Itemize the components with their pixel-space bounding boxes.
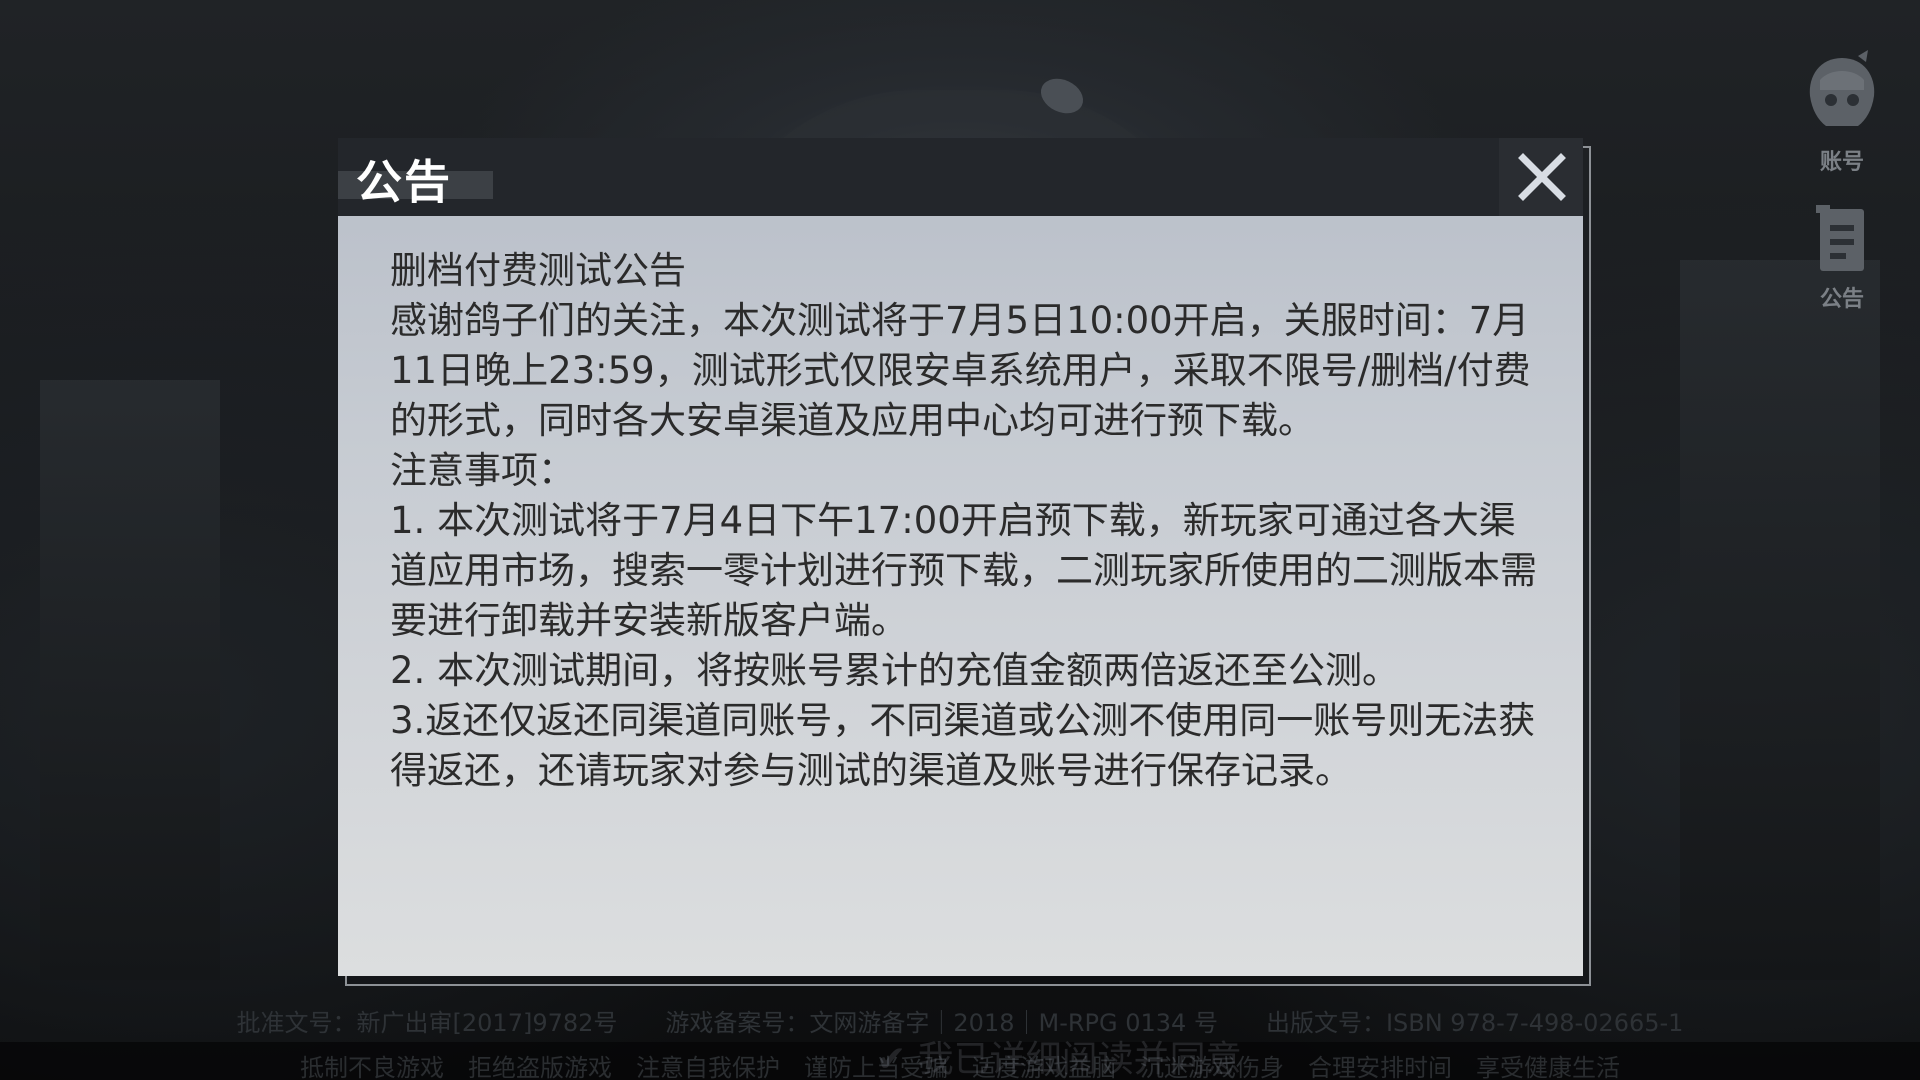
background-tower-right xyxy=(1680,260,1880,980)
announcement-dialog: 公告 ✔ 我已详细阅读并同意 删档付费测试公告 感谢鸽子们的关注，本次测试将于7… xyxy=(338,138,1583,1080)
dialog-header: 公告 xyxy=(338,138,1583,216)
background-tower-left xyxy=(40,380,220,980)
close-icon xyxy=(1518,153,1566,201)
close-button[interactable] xyxy=(1499,138,1583,216)
note-item-1: 1. 本次测试将于7月4日下午17:00开启预下载，新玩家可通过各大渠道应用市场… xyxy=(390,499,1537,642)
notice-document-icon xyxy=(1816,205,1864,271)
agreement-checkbox-ghost: ✔ 我已详细阅读并同意 xyxy=(876,1039,1242,1080)
game-screen: 账号 公告 批准文号：新广出审[2017]9782号 游戏备案号：文网游备字｜2… xyxy=(0,0,1920,1080)
announcement-heading: 删档付费测试公告 xyxy=(390,249,686,292)
notice-label: 公告 xyxy=(1819,287,1864,312)
announcement-content: 删档付费测试公告 感谢鸽子们的关注，本次测试将于7月5日10:00开启，关服时间… xyxy=(390,246,1540,796)
agreement-text-ghost: 我已详细阅读并同意 xyxy=(917,1039,1242,1080)
announcement-paragraph: 感谢鸽子们的关注，本次测试将于7月5日10:00开启，关服时间：7月11日晚上2… xyxy=(390,299,1531,442)
account-button[interactable]: 账号 xyxy=(1792,50,1892,176)
notes-heading: 注意事项： xyxy=(390,449,575,492)
note-item-2: 2. 本次测试期间，将按账号累计的充值金额两倍返还至公测。 xyxy=(390,649,1400,692)
notice-button[interactable]: 公告 xyxy=(1792,205,1892,313)
note-item-3: 3.返还仅返还同渠道同账号，不同渠道或公测不使用同一账号则无法获得返还，还请玩家… xyxy=(390,699,1536,792)
dialog-title: 公告 xyxy=(356,155,452,209)
account-avatar-icon xyxy=(1809,50,1875,126)
account-label: 账号 xyxy=(1819,150,1864,175)
